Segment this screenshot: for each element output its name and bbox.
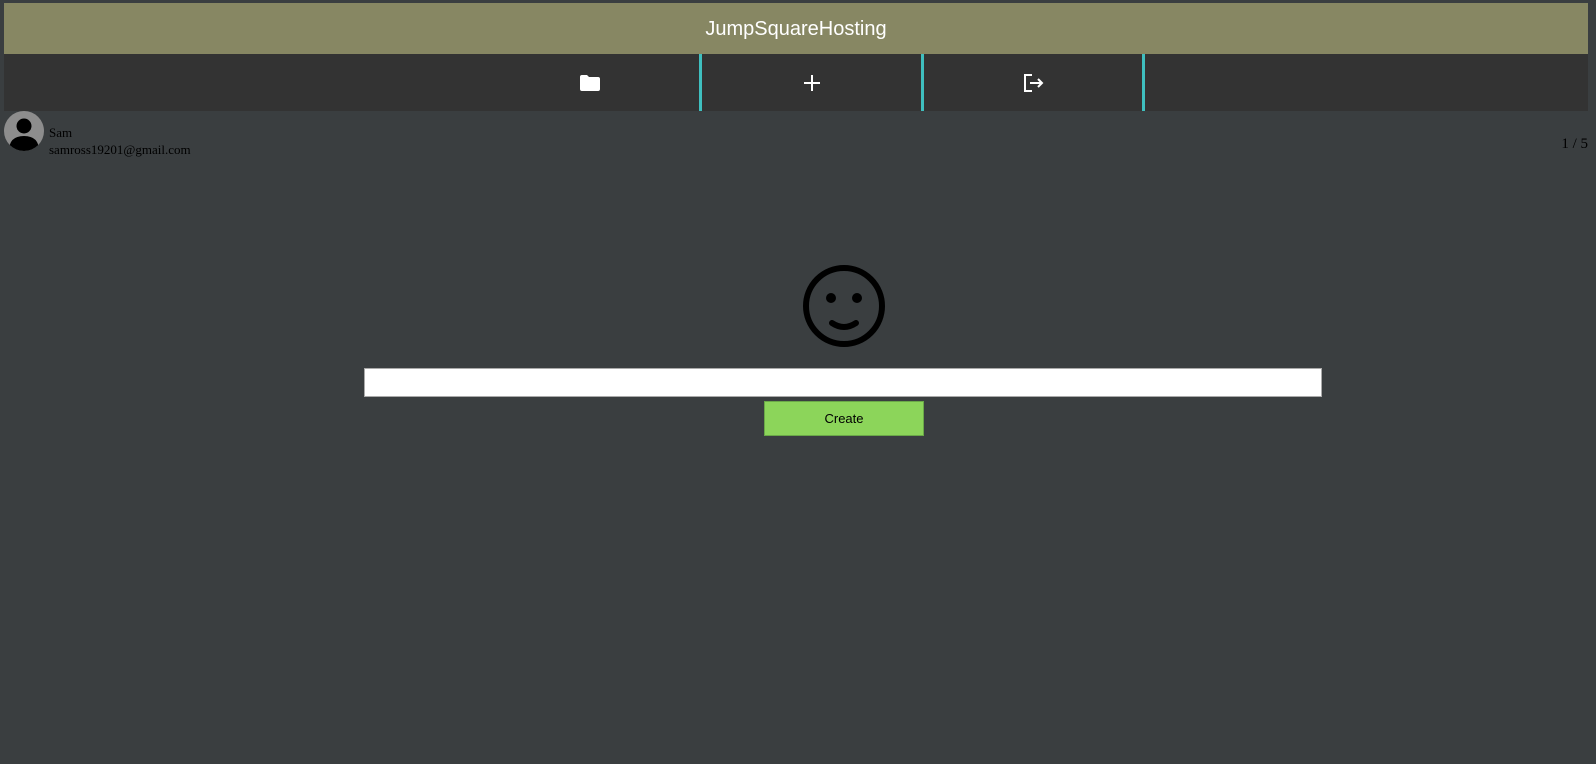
nav-create-button[interactable]	[702, 54, 921, 111]
app-title: JumpSquareHosting	[705, 17, 887, 40]
smiley-face-icon	[801, 263, 887, 349]
nav-files-button[interactable]	[480, 54, 699, 111]
logout-icon	[1022, 71, 1046, 95]
nav-logout-button[interactable]	[924, 54, 1143, 111]
create-button[interactable]: Create	[764, 401, 924, 436]
app-header: JumpSquareHosting	[4, 3, 1588, 54]
nav-divider	[1142, 54, 1145, 111]
plus-icon	[800, 71, 824, 95]
page-counter: 1 / 5	[1561, 136, 1588, 152]
user-avatar-icon	[4, 111, 44, 151]
user-email: samross19201@gmail.com	[49, 142, 191, 157]
user-name: Sam	[49, 125, 73, 140]
name-input[interactable]	[364, 368, 1322, 397]
folder-icon	[578, 71, 602, 95]
nav-bar	[4, 54, 1588, 111]
